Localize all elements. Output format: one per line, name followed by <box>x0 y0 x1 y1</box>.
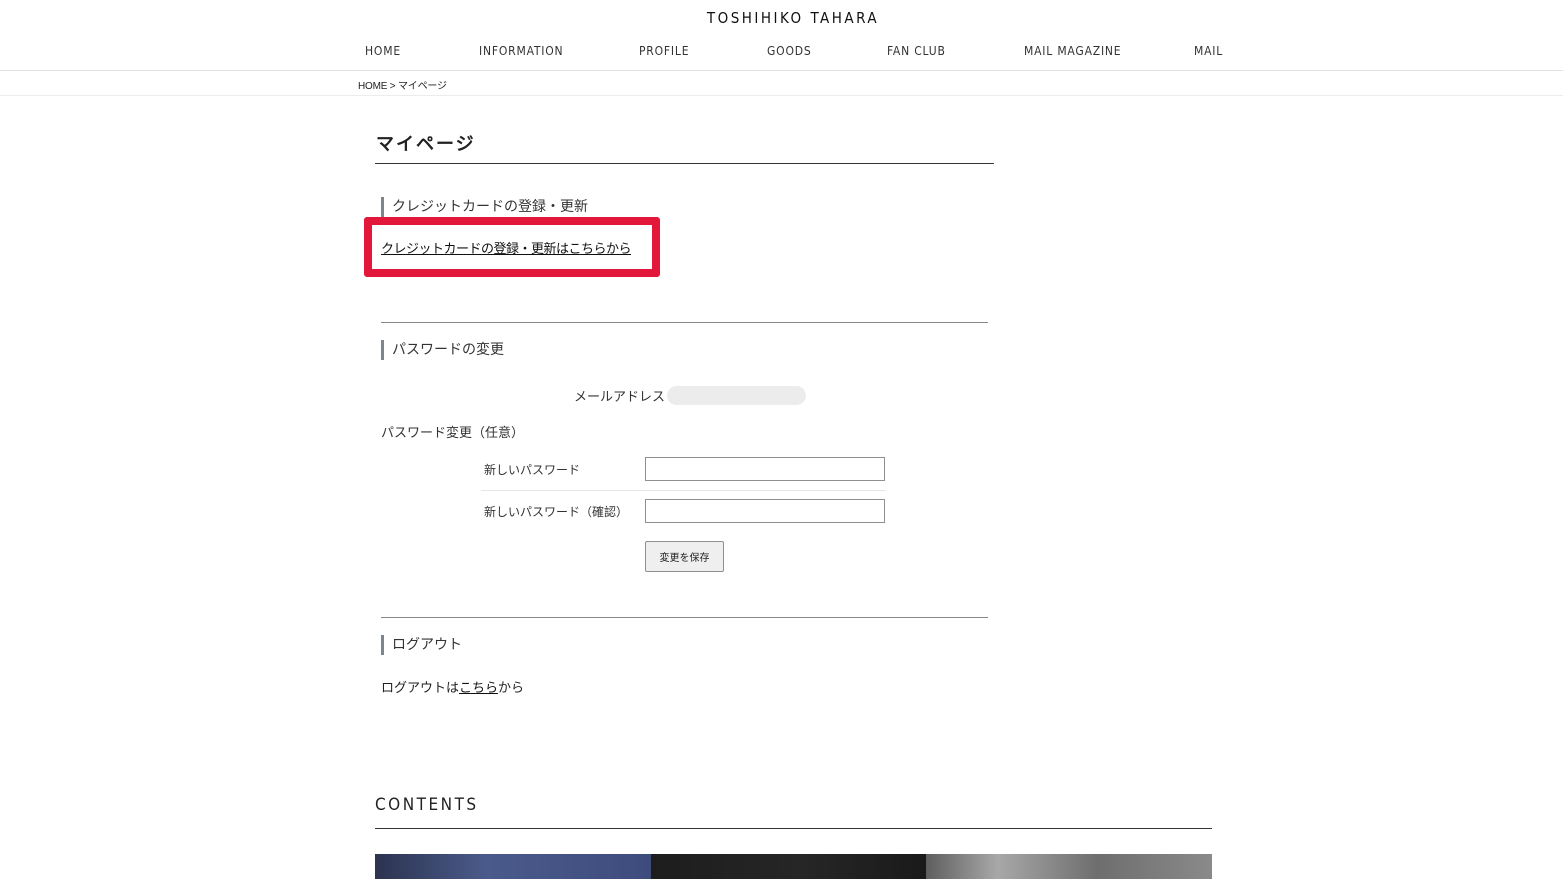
breadcrumb-home[interactable]: HOME <box>358 81 387 92</box>
nav-goods[interactable]: GOODS <box>767 44 812 58</box>
logout-suffix: から <box>498 681 525 696</box>
nav-fan-club[interactable]: FAN CLUB <box>887 44 946 58</box>
site-header: TOSHIHIKO TAHARA HOME INFORMATION PROFIL… <box>0 0 1563 71</box>
credit-card-heading: クレジットカードの登録・更新 <box>381 197 588 217</box>
email-label: メールアドレス <box>574 390 666 405</box>
section-divider <box>381 322 988 323</box>
email-value-redacted <box>667 386 806 405</box>
credit-card-link[interactable]: クレジットカードの登録・更新はこちらから <box>381 238 632 257</box>
breadcrumb: HOME > マイページ <box>358 77 447 92</box>
title-divider <box>375 163 994 164</box>
main-nav: HOME INFORMATION PROFILE GOODS FAN CLUB … <box>0 44 1563 62</box>
logout-prefix: ログアウトは <box>381 681 460 696</box>
content-thumbnail[interactable] <box>651 854 926 879</box>
contents-title: CONTENTS <box>375 795 479 815</box>
section-divider <box>381 617 988 618</box>
content-thumbnail[interactable] <box>926 854 1212 879</box>
new-password-input[interactable] <box>645 457 885 481</box>
logout-text: ログアウトはこちらから <box>381 677 524 696</box>
new-password-confirm-input[interactable] <box>645 499 885 523</box>
logout-link[interactable]: こちら <box>459 681 498 696</box>
nav-home[interactable]: HOME <box>365 44 401 58</box>
nav-information[interactable]: INFORMATION <box>479 44 563 58</box>
new-password-confirm-label: 新しいパスワード（確認） <box>484 505 629 519</box>
nav-mail-magazine[interactable]: MAIL MAGAZINE <box>1024 44 1121 58</box>
save-changes-button[interactable]: 変更を保存 <box>645 541 724 572</box>
site-title[interactable]: TOSHIHIKO TAHARA <box>0 9 1563 27</box>
password-change-label: パスワード変更（任意） <box>381 426 525 441</box>
nav-mail[interactable]: MAIL <box>1194 44 1223 58</box>
page-title: マイページ <box>376 134 476 155</box>
content-thumbnail[interactable] <box>375 854 651 879</box>
new-password-label: 新しいパスワード <box>484 463 581 477</box>
password-heading: パスワードの変更 <box>381 340 504 360</box>
form-row-divider <box>481 490 886 491</box>
breadcrumb-current: マイページ <box>398 81 447 92</box>
contents-divider <box>375 828 1212 829</box>
breadcrumb-separator: > <box>387 81 398 92</box>
breadcrumb-bar: HOME > マイページ <box>0 71 1563 96</box>
nav-profile[interactable]: PROFILE <box>639 44 689 58</box>
logout-heading: ログアウト <box>381 635 462 655</box>
